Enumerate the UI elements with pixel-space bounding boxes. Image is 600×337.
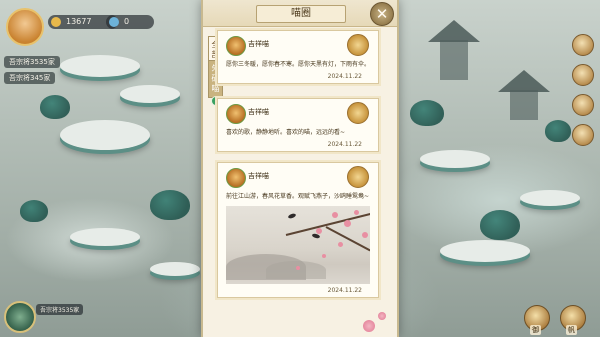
blossom-petal — [296, 266, 300, 270]
pagoda-icon — [428, 20, 480, 42]
post-card[interactable]: 吉祥喵 前往江山游，春风花草香。观赋飞燕子，沙鸥睡鸳鸯~ 2024.11.22 — [217, 162, 379, 298]
author-avatar[interactable] — [226, 104, 246, 124]
corner-tag: 吾宗将3535家 — [36, 304, 84, 315]
post-date: 2024.11.22 — [327, 287, 362, 294]
panel-title: 喵圈 — [256, 5, 346, 23]
like-badge-icon[interactable] — [347, 102, 369, 124]
task-button[interactable] — [572, 124, 594, 146]
post-date: 2024.11.22 — [327, 73, 362, 80]
blossom-petal — [338, 242, 343, 247]
side-tag-2[interactable]: 吾宗将345家 — [4, 72, 56, 84]
pavilion-pillar — [440, 40, 468, 80]
tree-cluster — [480, 210, 520, 240]
post-card[interactable]: 吉祥喵 喜欢的歌，静静地听。喜欢的喵，远远的看~ 2024.11.22 — [217, 98, 379, 152]
floating-island[interactable] — [60, 120, 150, 150]
tree-cluster — [410, 100, 444, 126]
post-date: 2024.11.22 — [327, 141, 362, 148]
meow-circle-panel: 喵圈 ✕ 全部 朱砂喵 吉祥喵 愿你三冬暖，愿你春不寒。愿你天黑有灯，下雨有伞。… — [201, 0, 399, 337]
pavilion-pillar — [510, 90, 538, 120]
author-name: 吉祥喵 — [248, 40, 269, 48]
tree-cluster — [150, 190, 190, 220]
activity-button[interactable] — [572, 94, 594, 116]
map-ring-button[interactable] — [4, 301, 36, 333]
ink-mountain — [266, 261, 326, 279]
author-name: 吉祥喵 — [248, 108, 269, 116]
plum-branch — [285, 212, 370, 236]
plum-blossom-decoration — [363, 320, 375, 332]
like-badge-icon[interactable] — [347, 166, 369, 188]
coin-icon — [51, 17, 61, 27]
menu-button[interactable] — [572, 34, 594, 56]
floating-island[interactable] — [520, 190, 580, 206]
gem-icon — [109, 17, 119, 27]
author-avatar[interactable] — [226, 168, 246, 188]
panel-header: 喵圈 — [203, 0, 397, 27]
post-photo[interactable] — [226, 206, 370, 284]
floating-island[interactable] — [420, 150, 490, 168]
bottom-label-2: 帆 — [566, 325, 577, 335]
tree-cluster — [20, 200, 48, 222]
floating-island[interactable] — [60, 55, 140, 77]
floating-island[interactable] — [150, 262, 200, 276]
event-button[interactable] — [572, 64, 594, 86]
tree-cluster — [40, 95, 70, 119]
blossom-petal — [322, 254, 326, 258]
gem-amount: 0 — [124, 17, 130, 26]
blossom-petal — [354, 210, 359, 215]
bottom-label-1: 御 — [530, 325, 541, 335]
floating-island[interactable] — [120, 85, 180, 103]
floating-island[interactable] — [440, 240, 530, 262]
plum-branch — [325, 226, 370, 252]
currency-bar-gems[interactable]: 0 — [106, 15, 154, 29]
post-text: 愿你三冬暖，愿你春不寒。愿你天黑有灯，下雨有伞。 — [226, 61, 371, 68]
post-card[interactable]: 吉祥喵 愿你三冬暖，愿你春不寒。愿你天黑有灯，下雨有伞。 2024.11.22 — [217, 30, 379, 84]
side-tag-1[interactable]: 吾宗将3535家 — [4, 56, 60, 68]
post-text: 前往江山游，春风花草香。观赋飞燕子，沙鸥睡鸳鸯~ — [226, 193, 370, 200]
blossom-petal — [362, 232, 368, 238]
swallow-bird — [287, 212, 297, 220]
close-icon: ✕ — [375, 5, 389, 23]
coin-amount: 13677 — [66, 17, 92, 26]
close-button[interactable]: ✕ — [370, 2, 394, 26]
plum-blossom-decoration — [378, 312, 386, 320]
author-name: 吉祥喵 — [248, 172, 269, 180]
author-avatar[interactable] — [226, 36, 246, 56]
tree-cluster — [545, 120, 571, 142]
like-badge-icon[interactable] — [347, 34, 369, 56]
blossom-petal — [332, 212, 338, 218]
blossom-petal — [344, 220, 351, 227]
pagoda-icon — [498, 70, 550, 92]
blossom-petal — [316, 228, 322, 234]
floating-island[interactable] — [70, 228, 140, 246]
player-avatar[interactable] — [6, 8, 44, 46]
post-text: 喜欢的歌，静静地听。喜欢的喵，远远的看~ — [226, 129, 346, 136]
